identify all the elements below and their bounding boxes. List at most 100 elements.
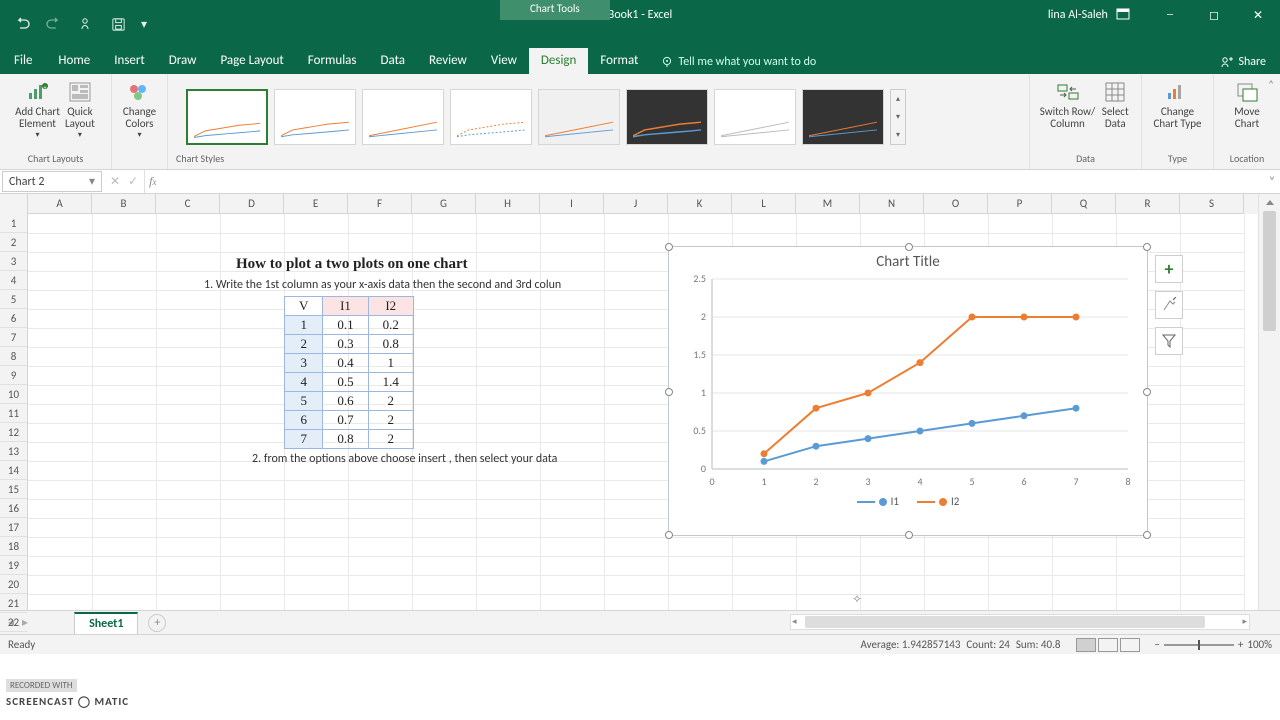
chart-style-6[interactable] — [626, 89, 708, 145]
switch-row-column-button[interactable]: Switch Row/ Column — [1040, 78, 1095, 130]
row-header-11[interactable]: 11 — [0, 404, 27, 423]
fx-icon[interactable]: fx — [145, 170, 160, 193]
minimize-button[interactable]: ─ — [1148, 0, 1192, 30]
collapse-ribbon-button[interactable]: ˄ — [1268, 78, 1274, 91]
column-header-B[interactable]: B — [92, 194, 156, 214]
table-row[interactable]: 60.72 — [285, 411, 414, 430]
column-header-H[interactable]: H — [476, 194, 540, 214]
column-header-D[interactable]: D — [220, 194, 284, 214]
select-data-button[interactable]: Select Data — [1099, 78, 1131, 130]
column-header-M[interactable]: M — [796, 194, 860, 214]
column-header-C[interactable]: C — [156, 194, 220, 214]
tab-view[interactable]: View — [479, 48, 529, 74]
column-headers[interactable]: ABCDEFGHIJKLMNOPQRS — [28, 194, 1258, 214]
share-button[interactable]: Share — [1206, 50, 1280, 74]
chart-style-1[interactable] — [186, 89, 268, 145]
column-header-P[interactable]: P — [988, 194, 1052, 214]
horizontal-scrollbar[interactable]: ◂ ▸ — [790, 614, 1250, 630]
change-colors-button[interactable]: Change Colors▾ — [123, 78, 156, 140]
tab-draw[interactable]: Draw — [157, 48, 209, 74]
tell-me-input[interactable]: Tell me what you want to do — [650, 50, 826, 74]
column-header-I[interactable]: I — [540, 194, 604, 214]
enter-formula-button[interactable]: ✓ — [128, 174, 138, 189]
zoom-level[interactable]: 100% — [1247, 638, 1272, 651]
undo-button[interactable] — [8, 10, 36, 38]
row-header-7[interactable]: 7 — [0, 328, 27, 347]
touch-mouse-mode-button[interactable] — [72, 10, 100, 38]
column-header-K[interactable]: K — [668, 194, 732, 214]
table-row[interactable]: 40.51.4 — [285, 373, 414, 392]
chart-plot-area[interactable]: 00.511.522.5012345678 — [678, 273, 1138, 493]
tab-formulas[interactable]: Formulas — [296, 48, 369, 74]
close-button[interactable]: ✕ — [1236, 0, 1280, 30]
column-header-J[interactable]: J — [604, 194, 668, 214]
chart-style-7[interactable] — [714, 89, 796, 145]
change-chart-type-button[interactable]: Change Chart Type — [1153, 78, 1201, 130]
chart-styles-button[interactable] — [1155, 291, 1183, 319]
row-header-16[interactable]: 16 — [0, 499, 27, 518]
page-break-view-button[interactable] — [1120, 638, 1140, 652]
formula-input[interactable] — [160, 170, 1264, 193]
customize-qat-button[interactable]: ▾ — [136, 10, 152, 38]
sheet-tab-sheet1[interactable]: Sheet1 — [74, 612, 138, 634]
chart-style-5[interactable] — [538, 89, 620, 145]
row-header-6[interactable]: 6 — [0, 309, 27, 328]
tab-review[interactable]: Review — [417, 48, 479, 74]
row-header-5[interactable]: 5 — [0, 290, 27, 309]
row-header-10[interactable]: 10 — [0, 385, 27, 404]
row-header-15[interactable]: 15 — [0, 480, 27, 499]
row-header-18[interactable]: 18 — [0, 537, 27, 556]
chart-styles-gallery[interactable]: ▴▾▾ — [176, 78, 1021, 152]
cancel-formula-button[interactable]: ✕ — [110, 174, 120, 189]
table-row[interactable]: 50.62 — [285, 392, 414, 411]
chart-title[interactable]: Chart Title — [669, 253, 1147, 271]
row-header-14[interactable]: 14 — [0, 461, 27, 480]
tab-format[interactable]: Format — [588, 48, 650, 74]
row-header-13[interactable]: 13 — [0, 442, 27, 461]
save-button[interactable] — [104, 10, 132, 38]
column-header-O[interactable]: O — [924, 194, 988, 214]
zoom-slider[interactable] — [1164, 644, 1234, 646]
file-tab[interactable]: File — [0, 47, 46, 74]
column-header-G[interactable]: G — [412, 194, 476, 214]
zoom-in-button[interactable]: + — [1238, 638, 1243, 651]
tab-data[interactable]: Data — [369, 48, 418, 74]
row-header-17[interactable]: 17 — [0, 518, 27, 537]
embedded-chart[interactable]: + Chart Title 00.511.522.5012345678 I1 I… — [668, 246, 1148, 536]
name-box[interactable]: Chart 2▾ — [2, 171, 102, 192]
vertical-scrollbar[interactable] — [1258, 194, 1280, 610]
column-header-S[interactable]: S — [1180, 194, 1244, 214]
tab-page-layout[interactable]: Page Layout — [208, 48, 295, 74]
account-name[interactable]: lina Al-Saleh — [1048, 8, 1130, 22]
row-header-2[interactable]: 2 — [0, 233, 27, 252]
maximize-button[interactable]: ◻ — [1192, 0, 1236, 30]
table-row[interactable]: 10.10.2 — [285, 316, 414, 335]
column-header-A[interactable]: A — [28, 194, 92, 214]
column-header-F[interactable]: F — [348, 194, 412, 214]
chart-style-4[interactable] — [450, 89, 532, 145]
column-header-Q[interactable]: Q — [1052, 194, 1116, 214]
expand-formula-bar-button[interactable]: ˅ — [1264, 170, 1280, 193]
column-header-N[interactable]: N — [860, 194, 924, 214]
table-row[interactable]: 20.30.8 — [285, 335, 414, 354]
chart-style-3[interactable] — [362, 89, 444, 145]
normal-view-button[interactable] — [1076, 638, 1096, 652]
chart-elements-button[interactable]: + — [1155, 255, 1183, 283]
add-chart-element-button[interactable]: + Add Chart Element▾ — [15, 78, 60, 140]
row-header-19[interactable]: 19 — [0, 556, 27, 575]
row-header-9[interactable]: 9 — [0, 366, 27, 385]
new-sheet-button[interactable]: + — [148, 614, 166, 632]
row-header-4[interactable]: 4 — [0, 271, 27, 290]
zoom-out-button[interactable]: − — [1154, 638, 1159, 651]
chart-style-8[interactable] — [802, 89, 884, 145]
tab-insert[interactable]: Insert — [102, 48, 157, 74]
data-table[interactable]: V I1 I2 10.10.220.30.830.4140.51.450.626… — [284, 296, 414, 449]
table-row[interactable]: 70.82 — [285, 430, 414, 449]
column-header-E[interactable]: E — [284, 194, 348, 214]
row-header-21[interactable]: 21 — [0, 594, 27, 613]
chart-style-2[interactable] — [274, 89, 356, 145]
tab-design[interactable]: Design — [529, 48, 588, 74]
row-header-8[interactable]: 8 — [0, 347, 27, 366]
row-header-1[interactable]: 1 — [0, 214, 27, 233]
row-header-3[interactable]: 3 — [0, 252, 27, 271]
